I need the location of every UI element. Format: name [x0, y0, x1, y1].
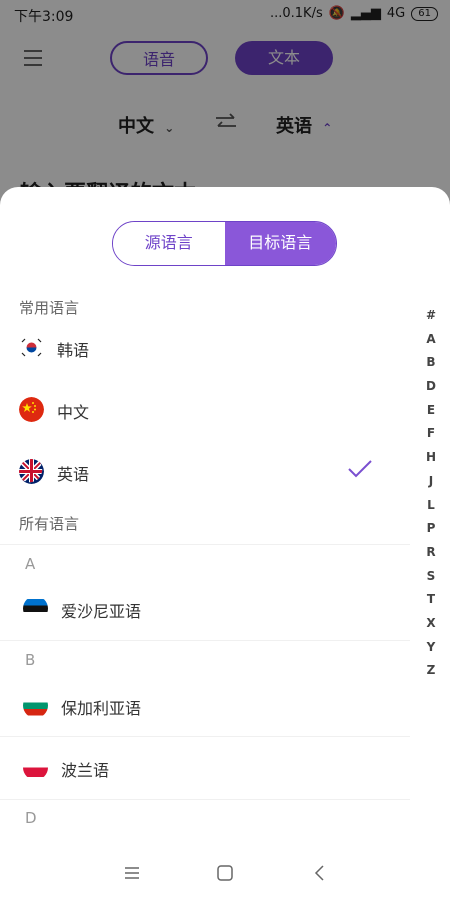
language-item-polish[interactable]: 波兰语 — [0, 737, 410, 799]
group-letter-a: A — [25, 555, 36, 573]
language-item-korean[interactable]: 韩语 — [0, 317, 410, 379]
language-item-english[interactable]: 英语 — [0, 441, 410, 503]
language-name: 爱沙尼亚语 — [61, 602, 142, 621]
language-name: 波兰语 — [61, 761, 110, 780]
index-letter[interactable]: X — [424, 612, 438, 636]
index-letter[interactable]: T — [424, 588, 438, 612]
target-language-tab[interactable]: 目标语言 — [224, 222, 336, 265]
divider — [0, 544, 410, 545]
group-letter-d: D — [25, 809, 37, 827]
index-letter[interactable]: H — [424, 446, 438, 470]
language-name: 韩语 — [57, 341, 90, 360]
index-letter[interactable]: L — [424, 494, 438, 518]
index-letter[interactable]: # — [424, 304, 438, 328]
group-letter-b: B — [25, 651, 36, 669]
index-letter[interactable]: D — [424, 375, 438, 399]
index-letter[interactable]: R — [424, 541, 438, 565]
estonia-flag-icon — [23, 599, 48, 619]
source-language-tab[interactable]: 源语言 — [113, 222, 225, 265]
system-nav-bar — [0, 848, 450, 900]
index-letter[interactable]: A — [424, 328, 438, 352]
back-icon[interactable] — [311, 864, 329, 882]
language-role-toggle: 源语言 目标语言 — [112, 221, 337, 266]
index-letter[interactable]: J — [424, 470, 438, 494]
language-name: 英语 — [57, 465, 90, 484]
recents-menu-icon[interactable] — [123, 864, 141, 882]
home-icon[interactable] — [216, 864, 234, 882]
bulgaria-flag-icon — [23, 696, 48, 716]
all-languages-label: 所有语言 — [19, 515, 80, 533]
index-letter[interactable]: Z — [424, 659, 438, 683]
index-letter[interactable]: P — [424, 517, 438, 541]
common-languages-label: 常用语言 — [19, 299, 80, 317]
language-picker-sheet: 源语言 目标语言 常用语言 韩语 中文 英语 所有语言 A 爱沙尼亚语 B 保加… — [0, 187, 450, 900]
index-letter[interactable]: E — [424, 399, 438, 423]
divider — [0, 640, 410, 641]
korea-flag-icon — [19, 335, 44, 360]
language-name: 中文 — [57, 403, 90, 422]
uk-flag-icon — [19, 459, 44, 484]
language-item-chinese[interactable]: 中文 — [0, 379, 410, 441]
index-letter[interactable]: F — [424, 422, 438, 446]
index-letter[interactable]: S — [424, 565, 438, 589]
index-letter[interactable]: B — [424, 351, 438, 375]
checkmark-icon — [348, 460, 372, 478]
language-name: 保加利亚语 — [61, 699, 142, 718]
divider — [0, 799, 410, 800]
alphabet-index[interactable]: # A B D E F H J L P R S T X Y Z — [424, 304, 438, 683]
language-item-estonian[interactable]: 爱沙尼亚语 — [0, 578, 410, 640]
language-item-bulgarian[interactable]: 保加利亚语 — [0, 675, 410, 737]
poland-flag-icon — [23, 758, 48, 777]
index-letter[interactable]: Y — [424, 636, 438, 660]
china-flag-icon — [19, 397, 44, 422]
